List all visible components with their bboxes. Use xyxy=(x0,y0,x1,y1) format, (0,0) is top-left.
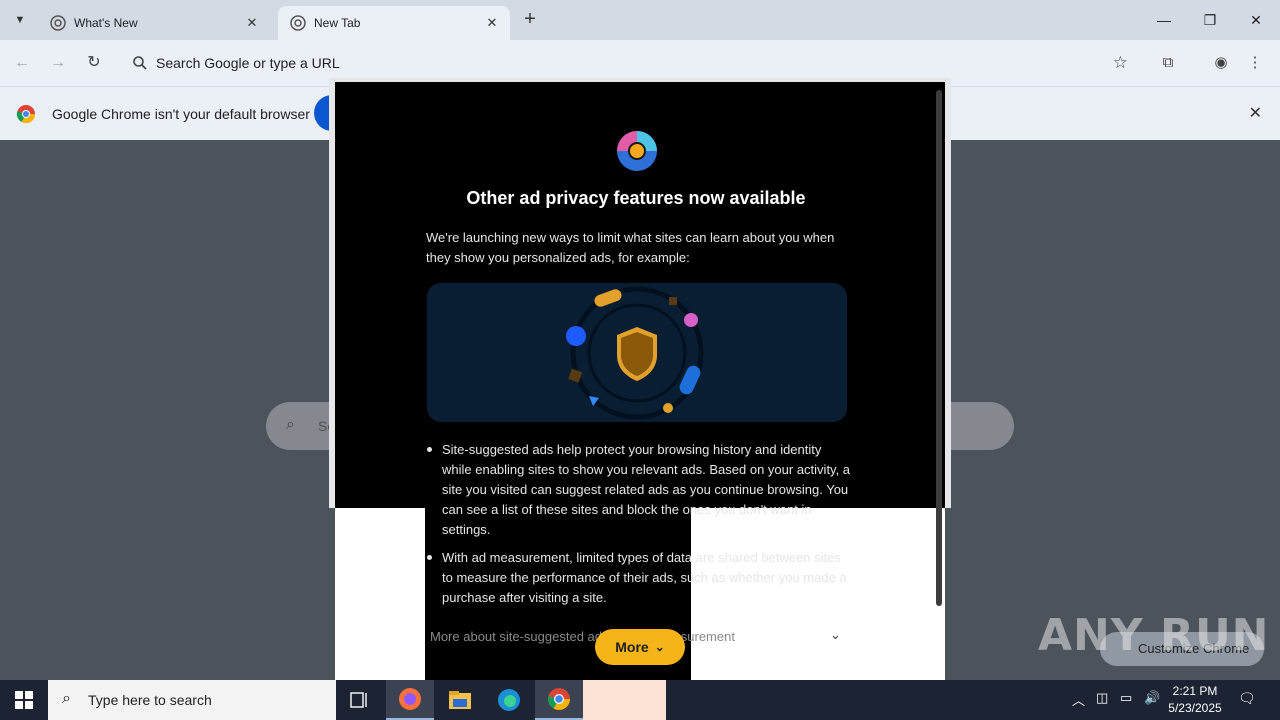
dialog-title: Other ad privacy features now available xyxy=(466,188,806,208)
restore-button[interactable]: ❐ xyxy=(1198,8,1222,32)
new-tab-button[interactable]: + xyxy=(518,8,542,32)
tab-new-tab[interactable]: New Tab ✕ xyxy=(278,6,510,40)
close-tab-icon[interactable]: ✕ xyxy=(244,15,260,31)
notification-icon[interactable]: 🗨 xyxy=(1238,690,1256,707)
back-button[interactable]: ← xyxy=(11,52,33,74)
taskbar-search-box[interactable]: ⌕ Type here to search xyxy=(48,680,336,720)
volume-icon[interactable]: 🔊 xyxy=(1144,690,1160,706)
search-icon: ⌕ xyxy=(62,690,71,707)
dialog-scrollbar[interactable] xyxy=(936,90,942,606)
firefox-icon[interactable] xyxy=(386,680,434,720)
close-window-button[interactable]: ✕ xyxy=(1244,8,1268,32)
chevron-down-icon[interactable]: ⌄ xyxy=(830,627,841,643)
tab-label: What's New xyxy=(74,16,138,30)
dialog-render-gap xyxy=(335,508,425,680)
taskbar: ⌕ Type here to search ︿ ◫ ▭ 🔊 2:21 PM 5/… xyxy=(0,680,1280,720)
tab-search-button[interactable]: ▼ xyxy=(6,6,34,34)
task-view-icon[interactable] xyxy=(336,680,384,720)
chrome-logo-icon xyxy=(16,105,35,124)
privacy-illustration xyxy=(427,283,847,422)
shield-illustration-icon xyxy=(566,286,704,420)
edge-icon[interactable] xyxy=(485,680,533,720)
dialog-intro: We're launching new ways to limit what s… xyxy=(426,230,835,265)
tray-chevron-up-icon[interactable]: ︿ xyxy=(1072,690,1085,709)
tab-label: New Tab xyxy=(314,16,361,30)
meet-now-icon[interactable]: ◫ xyxy=(1096,690,1108,706)
more-button[interactable]: More ⌄ xyxy=(595,629,685,665)
forward-button[interactable]: → xyxy=(47,52,69,74)
omnibox[interactable]: Search Google or type a URL ☆ xyxy=(122,46,1142,80)
list-item: With ad measurement, limited types of da… xyxy=(426,548,852,608)
bullet-dot xyxy=(427,555,432,560)
start-button[interactable] xyxy=(0,680,48,720)
close-tab-icon[interactable]: ✕ xyxy=(484,15,500,31)
list-item: Site-suggested ads help protect your bro… xyxy=(426,440,852,540)
more-button-label: More xyxy=(615,639,649,655)
clock-time: 2:21 PM xyxy=(1172,684,1218,698)
network-icon[interactable]: ▭ xyxy=(1120,690,1132,706)
menu-icon[interactable]: ⋮ xyxy=(1244,52,1266,74)
clock-date: 5/23/2025 xyxy=(1168,701,1222,715)
windows-icon xyxy=(15,691,33,709)
chevron-down-icon: ▼ xyxy=(14,14,26,26)
minimize-button[interactable]: — xyxy=(1152,8,1176,32)
chrome-icon xyxy=(290,15,306,31)
more-about-expander[interactable]: More about site-suggested ads and ad mea… xyxy=(430,629,735,644)
anyrun-watermark: ANY RUN xyxy=(1038,610,1270,661)
chrome-taskbar-icon[interactable] xyxy=(535,680,583,720)
bookmark-star-icon[interactable]: ☆ xyxy=(1113,53,1128,73)
infobar-message: Google Chrome isn't your default browser xyxy=(52,106,310,122)
bullet-text: Site-suggested ads help protect your bro… xyxy=(442,442,851,537)
chevron-down-icon: ⌄ xyxy=(654,640,665,654)
search-icon xyxy=(133,56,147,70)
taskbar-search-placeholder: Type here to search xyxy=(88,692,212,708)
omnibox-placeholder: Search Google or type a URL xyxy=(156,55,340,71)
bullet-text: With ad measurement, limited types of da… xyxy=(442,550,847,605)
file-explorer-icon[interactable] xyxy=(436,680,484,720)
close-infobar-icon[interactable]: ✕ xyxy=(1249,103,1262,123)
privacy-sandbox-logo-icon xyxy=(617,131,657,171)
dialog-bullet-list: Site-suggested ads help protect your bro… xyxy=(426,440,852,616)
profile-icon[interactable]: ◉ xyxy=(1210,52,1232,74)
taskbar-highlight-area xyxy=(583,680,666,720)
bullet-dot xyxy=(427,447,432,452)
tab-whats-new[interactable]: What's New ✕ xyxy=(38,6,270,40)
extensions-icon[interactable]: ⧉ xyxy=(1157,52,1179,74)
tab-strip: ▼ What's New ✕ New Tab ✕ + — ❐ ✕ xyxy=(0,0,1280,40)
reload-button[interactable]: ↻ xyxy=(83,52,105,74)
taskbar-clock[interactable]: 2:21 PM 5/23/2025 xyxy=(1160,683,1230,717)
chrome-icon xyxy=(50,15,66,31)
